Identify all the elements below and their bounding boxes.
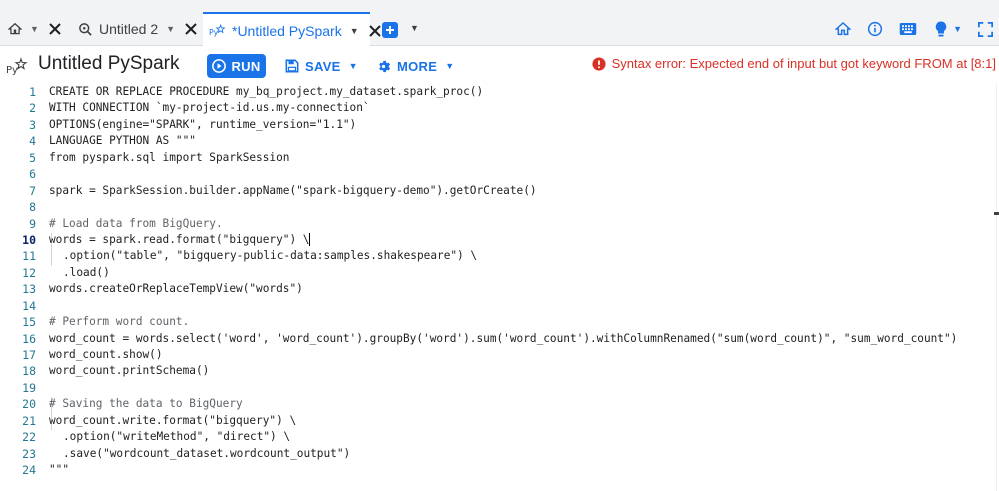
code-line[interactable] xyxy=(49,298,999,314)
tab-label: *Untitled PySpark xyxy=(232,22,342,39)
code-line[interactable]: WITH CONNECTION `my-project-id.us.my-con… xyxy=(49,100,999,116)
pyspark-icon: Py xyxy=(209,23,226,38)
code-text: words = spark.read.format("bigquery") \ xyxy=(49,232,310,246)
line-number: 24 xyxy=(22,463,36,478)
run-button[interactable]: RUN xyxy=(207,54,266,78)
line-number: 8 xyxy=(29,200,36,215)
code-line[interactable]: OPTIONS(engine="SPARK", runtime_version=… xyxy=(49,117,999,133)
line-number: 22 xyxy=(22,430,36,445)
code-line[interactable] xyxy=(49,380,999,396)
code-line[interactable]: word_count.show() xyxy=(49,347,999,363)
line-number: 14 xyxy=(22,298,36,313)
code-line[interactable]: # Perform word count. xyxy=(49,314,999,330)
line-number: 12 xyxy=(22,265,36,280)
home-icon xyxy=(8,22,22,36)
syntax-error-message: Syntax error: Expected end of input but … xyxy=(592,56,996,71)
scrollbar-cursor-marker xyxy=(994,212,999,215)
editor-toolbar: Py Untitled PySpark RUN SAVE ▼ MORE ▼ Sy… xyxy=(0,46,999,84)
code-line[interactable]: """ xyxy=(49,462,999,478)
line-number: 13 xyxy=(22,282,36,297)
line-number: 23 xyxy=(22,446,36,461)
code-line[interactable]: LANGUAGE PYTHON AS """ xyxy=(49,133,999,149)
line-number: 19 xyxy=(22,380,36,395)
pyspark-icon: Py xyxy=(6,56,28,76)
code-line[interactable]: word_count.printSchema() xyxy=(49,363,999,379)
plus-icon xyxy=(385,25,395,35)
line-number: 18 xyxy=(22,364,36,379)
tab-label: Untitled 2 xyxy=(99,21,159,37)
svg-text:Py: Py xyxy=(209,28,219,37)
save-icon xyxy=(285,59,299,73)
code-line[interactable]: word_count.write.format("bigquery") \ xyxy=(49,413,999,429)
chevron-down-icon[interactable]: ▼ xyxy=(410,23,419,33)
code-line[interactable] xyxy=(49,199,999,215)
lightbulb-icon[interactable]: ▼ xyxy=(933,20,962,38)
error-text: Syntax error: Expected end of input but … xyxy=(611,56,996,71)
code-line[interactable]: .load() xyxy=(49,265,999,281)
line-number: 20 xyxy=(22,397,36,412)
chevron-down-icon: ▼ xyxy=(445,61,455,71)
line-number: 21 xyxy=(22,413,36,428)
close-icon[interactable] xyxy=(49,23,61,35)
line-number: 3 xyxy=(29,117,36,132)
query-search-icon xyxy=(78,22,93,37)
tab-untitled-pyspark[interactable]: Py *Untitled PySpark ▼ xyxy=(203,12,381,47)
code-line[interactable]: CREATE OR REPLACE PROCEDURE my_bq_projec… xyxy=(49,84,999,100)
code-editor[interactable]: 1 2 3 4 5 6 7 8 9 10 11 12 13 14 15 16 1… xyxy=(0,84,999,491)
home-icon[interactable] xyxy=(835,21,852,37)
fullscreen-icon[interactable] xyxy=(978,21,993,37)
page-title: Untitled PySpark xyxy=(38,53,180,74)
run-label: RUN xyxy=(231,58,261,74)
line-number: 5 xyxy=(29,150,36,165)
line-number: 15 xyxy=(22,315,36,330)
text-cursor xyxy=(309,233,311,247)
svg-text:Py: Py xyxy=(6,65,18,76)
close-icon[interactable] xyxy=(368,24,381,37)
tab-bar: ▼ Untitled 2 ▼ Py *Untitled PySpark ▼ ▼ xyxy=(0,0,999,47)
code-lines[interactable]: CREATE OR REPLACE PROCEDURE my_bq_projec… xyxy=(49,84,999,479)
line-number: 6 xyxy=(29,167,36,182)
keyboard-icon[interactable] xyxy=(899,22,917,36)
code-line[interactable]: .option("writeMethod", "direct") \ xyxy=(49,429,999,445)
save-button[interactable]: SAVE ▼ xyxy=(285,54,358,78)
tab-untitled-2[interactable]: Untitled 2 ▼ xyxy=(78,12,198,46)
play-icon xyxy=(212,59,227,73)
code-line[interactable] xyxy=(49,166,999,182)
line-number: 9 xyxy=(29,216,36,231)
line-number-active: 10 xyxy=(22,232,36,247)
save-label: SAVE xyxy=(305,58,341,74)
code-line[interactable]: from pyspark.sql import SparkSession xyxy=(49,150,999,166)
chevron-down-icon[interactable]: ▼ xyxy=(953,24,962,34)
code-line[interactable]: spark = SparkSession.builder.appName("sp… xyxy=(49,183,999,199)
code-line-active[interactable]: words = spark.read.format("bigquery") \ xyxy=(49,232,999,248)
tab-home[interactable]: ▼ xyxy=(8,12,70,46)
chevron-down-icon: ▼ xyxy=(348,61,358,71)
gear-icon xyxy=(376,59,391,74)
line-number: 11 xyxy=(22,249,36,264)
more-label: MORE xyxy=(397,58,438,74)
info-icon[interactable] xyxy=(867,21,883,37)
close-icon[interactable] xyxy=(185,23,197,35)
code-line[interactable]: words.createOrReplaceTempView("words") xyxy=(49,281,999,297)
code-line[interactable]: # Load data from BigQuery. xyxy=(49,216,999,232)
code-line[interactable]: .save("wordcount_dataset.wordcount_outpu… xyxy=(49,446,999,462)
line-number-gutter: 1 2 3 4 5 6 7 8 9 10 11 12 13 14 15 16 1… xyxy=(0,84,40,479)
header-actions: ▼ xyxy=(835,18,993,40)
chevron-down-icon[interactable]: ▼ xyxy=(166,24,175,34)
chevron-down-icon[interactable]: ▼ xyxy=(350,26,359,36)
line-number: 4 xyxy=(29,134,36,149)
code-line[interactable]: .option("table", "bigquery-public-data:s… xyxy=(49,248,999,264)
line-number: 2 xyxy=(29,101,36,116)
code-line[interactable]: word_count = words.select('word', 'word_… xyxy=(49,331,999,347)
line-number: 1 xyxy=(29,85,36,99)
code-line[interactable]: # Saving the data to BigQuery xyxy=(49,396,999,412)
error-icon xyxy=(592,56,606,71)
chevron-down-icon[interactable]: ▼ xyxy=(30,24,39,34)
line-number: 16 xyxy=(22,331,36,346)
new-tab-button[interactable] xyxy=(382,22,398,38)
line-number: 7 xyxy=(29,183,36,198)
line-number: 17 xyxy=(22,348,36,362)
more-button[interactable]: MORE ▼ xyxy=(376,54,454,78)
